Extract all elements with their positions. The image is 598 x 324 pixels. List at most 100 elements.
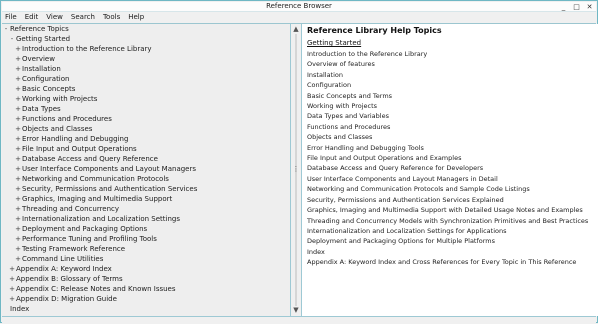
tree-item[interactable]: +Threading and Concurrency	[2, 204, 290, 214]
tree-item[interactable]: +Performance Tuning and Profiling Tools	[2, 234, 290, 244]
document-link[interactable]: User Interface Components and Layout Man…	[302, 174, 598, 184]
expand-toggle-icon[interactable]: +	[14, 104, 22, 114]
menu-view[interactable]: View	[46, 12, 63, 23]
tree-item[interactable]: +Functions and Procedures	[2, 114, 290, 124]
document-link[interactable]: Basic Concepts and Terms	[302, 91, 598, 101]
expand-toggle-icon[interactable]: +	[14, 224, 22, 234]
tree-item[interactable]: +Testing Framework Reference	[2, 244, 290, 254]
tree-item[interactable]: +Internationalization and Localization S…	[2, 214, 290, 224]
document-link[interactable]: Introduction to the Reference Library	[302, 49, 598, 59]
document-link[interactable]: Functions and Procedures	[302, 122, 598, 132]
expand-toggle-icon[interactable]: +	[14, 124, 22, 134]
document-link[interactable]: Error Handling and Debugging Tools	[302, 143, 598, 153]
expand-toggle-icon[interactable]: +	[14, 174, 22, 184]
document-link[interactable]: Working with Projects	[302, 101, 598, 111]
close-button[interactable]: ✕	[585, 3, 594, 11]
tree-item[interactable]: - Reference Topics	[2, 24, 290, 34]
expand-toggle-icon[interactable]: +	[14, 64, 22, 74]
document-link[interactable]: Internationalization and Localization Se…	[302, 226, 598, 236]
document-link[interactable]: Configuration	[302, 80, 598, 90]
minimize-button[interactable]: _	[559, 3, 568, 11]
expand-toggle-icon[interactable]: +	[14, 204, 22, 214]
tree-item[interactable]: +Graphics, Imaging and Multimedia Suppor…	[2, 194, 290, 204]
expand-toggle-icon[interactable]: +	[14, 234, 22, 244]
menu-edit[interactable]: Edit	[25, 12, 39, 23]
content-pane: Reference Library Help Topics Getting St…	[301, 24, 598, 316]
tree-item[interactable]: +User Interface Components and Layout Ma…	[2, 164, 290, 174]
tree-item[interactable]: +Database Access and Query Reference	[2, 154, 290, 164]
document-link[interactable]: Appendix A: Keyword Index and Cross Refe…	[302, 257, 598, 267]
menu-help[interactable]: Help	[128, 12, 144, 23]
scroll-down-icon[interactable]: ▼	[292, 306, 300, 315]
expand-toggle-icon[interactable]: +	[8, 264, 16, 274]
tree-item[interactable]: +Basic Concepts	[2, 84, 290, 94]
expand-toggle-icon[interactable]: +	[14, 74, 22, 84]
document-link[interactable]: Objects and Classes	[302, 132, 598, 142]
tree-item[interactable]: +Command Line Utilities	[2, 254, 290, 264]
pane-splitter[interactable]: ▲ ⋮ ▼	[291, 24, 301, 316]
tree-item[interactable]: - Getting Started	[2, 34, 290, 44]
expand-toggle-icon[interactable]: +	[14, 214, 22, 224]
document-link[interactable]: Index	[302, 247, 598, 257]
tree-item[interactable]: +Appendix D: Migration Guide	[2, 294, 290, 304]
expand-toggle-icon[interactable]: +	[14, 184, 22, 194]
app-window: Reference Browser _ □ ✕ File Edit View S…	[0, 0, 598, 324]
tree-item[interactable]: +Data Types	[2, 104, 290, 114]
tree-item[interactable]: +Objects and Classes	[2, 124, 290, 134]
document-link[interactable]: Graphics, Imaging and Multimedia Support…	[302, 205, 598, 215]
document-link[interactable]: Data Types and Variables	[302, 111, 598, 121]
expand-toggle-icon[interactable]: +	[8, 274, 16, 284]
tree-item[interactable]: +Security, Permissions and Authenticatio…	[2, 184, 290, 194]
expand-toggle-icon[interactable]: +	[14, 54, 22, 64]
scroll-up-icon[interactable]: ▲	[292, 25, 300, 34]
tree-item-label: Appendix B: Glossary of Terms	[16, 275, 123, 283]
document-link[interactable]: File Input and Output Operations and Exa…	[302, 153, 598, 163]
title-bar[interactable]: Reference Browser _ □ ✕	[2, 2, 596, 12]
document-subtitle[interactable]: Getting Started	[302, 37, 598, 49]
expand-toggle-icon[interactable]: +	[8, 294, 16, 304]
tree-item[interactable]: +Deployment and Packaging Options	[2, 224, 290, 234]
tree-item[interactable]: +Configuration	[2, 74, 290, 84]
tree-item[interactable]: +Networking and Communication Protocols	[2, 174, 290, 184]
expand-toggle-icon[interactable]: -	[8, 34, 16, 44]
maximize-button[interactable]: □	[572, 3, 581, 11]
splitter-grip-icon[interactable]: ⋮	[292, 164, 300, 174]
menu-file[interactable]: File	[5, 12, 17, 23]
document-link[interactable]: Database Access and Query Reference for …	[302, 163, 598, 173]
expand-toggle-icon[interactable]: +	[14, 94, 22, 104]
tree-item[interactable]: +File Input and Output Operations	[2, 144, 290, 154]
tree-item[interactable]: +Overview	[2, 54, 290, 64]
document-link[interactable]: Installation	[302, 70, 598, 80]
tree-item-label: User Interface Components and Layout Man…	[22, 165, 197, 173]
document-link[interactable]: Networking and Communication Protocols a…	[302, 184, 598, 194]
tree-item-label: Appendix C: Release Notes and Known Issu…	[16, 285, 176, 293]
expand-toggle-icon[interactable]: +	[14, 134, 22, 144]
expand-toggle-icon[interactable]: +	[14, 154, 22, 164]
tree-item[interactable]: +Error Handling and Debugging	[2, 134, 290, 144]
expand-toggle-icon[interactable]: +	[14, 254, 22, 264]
tree-item[interactable]: Index	[2, 304, 290, 314]
tree-item-label: Getting Started	[16, 35, 71, 43]
tree-item[interactable]: +Installation	[2, 64, 290, 74]
document-link[interactable]: Overview of features	[302, 59, 598, 69]
expand-toggle-icon[interactable]: +	[14, 164, 22, 174]
tree-item[interactable]: +Appendix C: Release Notes and Known Iss…	[2, 284, 290, 294]
tree-item[interactable]: +Introduction to the Reference Library	[2, 44, 290, 54]
expand-toggle-icon[interactable]: +	[14, 44, 22, 54]
tree-item[interactable]: +Appendix A: Keyword Index	[2, 264, 290, 274]
document-link[interactable]: Threading and Concurrency Models with Sy…	[302, 216, 598, 226]
expand-toggle-icon[interactable]: +	[8, 284, 16, 294]
expand-toggle-icon[interactable]: +	[14, 144, 22, 154]
expand-toggle-icon[interactable]: +	[14, 244, 22, 254]
expand-toggle-icon[interactable]: +	[14, 84, 22, 94]
expand-toggle-icon[interactable]: -	[2, 24, 10, 34]
menu-search[interactable]: Search	[71, 12, 95, 23]
menu-tools[interactable]: Tools	[103, 12, 120, 23]
expand-toggle-icon[interactable]: +	[14, 114, 22, 124]
expand-toggle-icon[interactable]: +	[14, 194, 22, 204]
tree-item[interactable]: +Working with Projects	[2, 94, 290, 104]
document-title: Reference Library Help Topics	[307, 26, 442, 35]
document-link[interactable]: Security, Permissions and Authentication…	[302, 195, 598, 205]
tree-item[interactable]: +Appendix B: Glossary of Terms	[2, 274, 290, 284]
document-link[interactable]: Deployment and Packaging Options for Mul…	[302, 236, 598, 246]
